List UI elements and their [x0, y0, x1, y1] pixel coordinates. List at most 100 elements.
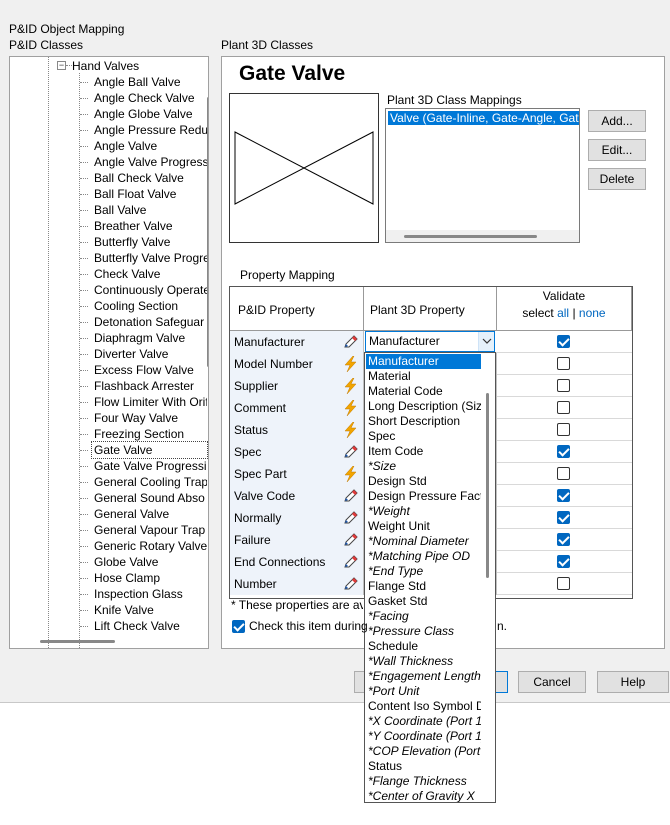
dropdown-option[interactable]: Spec [366, 429, 481, 444]
tree-node[interactable]: Butterfly Valve [92, 234, 207, 250]
lightning-icon[interactable] [342, 465, 360, 483]
ok-button-partial[interactable] [354, 671, 364, 693]
dropdown-option[interactable]: Short Description [366, 414, 481, 429]
tree-node[interactable]: General Sound Abso [92, 490, 207, 506]
class-mappings-list[interactable]: Valve (Gate-Inline, Gate-Angle, Gate-3-W [385, 108, 580, 243]
pencil-icon[interactable] [342, 444, 360, 460]
validate-checkbox[interactable] [557, 489, 570, 502]
tree-node[interactable]: Check Valve [92, 266, 207, 282]
dropdown-option[interactable]: *Flange Thickness [366, 774, 481, 789]
dropdown-option[interactable]: Manufacturer [366, 354, 481, 369]
dropdown-option[interactable]: Material [366, 369, 481, 384]
dropdown-option[interactable]: Gasket Std [366, 594, 481, 609]
tree-node[interactable]: Butterfly Valve Progre [92, 250, 207, 266]
tree-node[interactable]: Detonation Safeguar [92, 314, 207, 330]
tree-node[interactable]: Excess Flow Valve [92, 362, 207, 378]
lightning-icon[interactable] [342, 377, 360, 395]
dropdown-option[interactable]: Schedule [366, 639, 481, 654]
dropdown-option[interactable]: Content Iso Symbol Def [366, 699, 481, 714]
dropdown-option[interactable]: Item Code [366, 444, 481, 459]
tree-node[interactable]: Angle Valve Progress [92, 154, 207, 170]
tree-node[interactable]: Ball Valve [92, 202, 207, 218]
validate-checkbox[interactable] [557, 467, 570, 480]
dropdown-option[interactable]: Long Description (Size) [366, 399, 481, 414]
dropdown-option[interactable]: *Facing [366, 609, 481, 624]
tree-node[interactable]: Cooling Section [92, 298, 207, 314]
validate-checkbox[interactable] [557, 357, 570, 370]
pencil-icon[interactable] [342, 554, 360, 570]
tree-node[interactable]: Diverter Valve [92, 346, 207, 362]
pencil-icon[interactable] [342, 576, 360, 592]
tree-node[interactable]: Four Way Valve [92, 410, 207, 426]
tree-vertical-scrollbar[interactable] [207, 97, 208, 367]
tree-node[interactable]: Freezing Section [92, 426, 207, 442]
tree-node[interactable]: Hose Clamp [92, 570, 207, 586]
tree-node[interactable]: Ball Float Valve [92, 186, 207, 202]
tree-node[interactable]: Continuously Operate [92, 282, 207, 298]
dropdown-option[interactable]: Status [366, 759, 481, 774]
select-none-link[interactable]: none [579, 306, 606, 320]
dropdown-option[interactable]: *Wall Thickness [366, 654, 481, 669]
dropdown-option[interactable]: *Port Unit [366, 684, 481, 699]
dropdown-option[interactable]: *Nominal Diameter [366, 534, 481, 549]
tree-node[interactable]: Gate Valve Progressi [92, 458, 207, 474]
tree-node[interactable]: General Cooling Trap [92, 474, 207, 490]
dropdown-option[interactable]: Design Pressure Factor [366, 489, 481, 504]
tree-node-hand-valves[interactable]: Hand Valves [70, 58, 190, 74]
dropdown-option[interactable]: *Weight [366, 504, 481, 519]
tree-horizontal-scrollbar[interactable] [40, 640, 115, 643]
tree-node[interactable]: Ball Check Valve [92, 170, 207, 186]
collapse-icon[interactable]: − [57, 61, 66, 70]
dropdown-option[interactable]: Material Code [366, 384, 481, 399]
dropdown-option[interactable]: *COP Elevation (Port 1) [366, 744, 481, 759]
lightning-icon[interactable] [342, 355, 360, 373]
cancel-button[interactable]: Cancel [518, 671, 586, 693]
validate-checkbox[interactable] [557, 577, 570, 590]
tree-node[interactable]: Angle Check Valve [92, 90, 207, 106]
tree-node[interactable]: Globe Valve [92, 554, 207, 570]
tree-node[interactable]: Breather Valve [92, 218, 207, 234]
tree-node[interactable]: Angle Ball Valve [92, 74, 207, 90]
dropdown-option[interactable]: *Matching Pipe OD [366, 549, 481, 564]
tree-node[interactable]: Inspection Glass [92, 586, 207, 602]
tree-node[interactable]: Angle Globe Valve [92, 106, 207, 122]
delete-button[interactable]: Delete [588, 168, 646, 190]
class-mapping-item[interactable]: Valve (Gate-Inline, Gate-Angle, Gate-3-W [388, 111, 579, 125]
dropdown-option[interactable]: *Engagement Length [366, 669, 481, 684]
dropdown-option[interactable]: *X Coordinate (Port 1) [366, 714, 481, 729]
tree-node[interactable]: Diaphragm Valve [92, 330, 207, 346]
tree-node[interactable]: Knife Valve [92, 602, 207, 618]
dropdown-option[interactable]: Flange Std [366, 579, 481, 594]
tree-node[interactable]: Lift Check Valve [92, 618, 207, 634]
tree-node[interactable]: Angle Pressure Redu [92, 122, 207, 138]
help-button[interactable]: Help [597, 671, 669, 693]
validate-checkbox[interactable] [557, 335, 570, 348]
tree-node[interactable]: Generic Rotary Valve [92, 538, 207, 554]
plant3d-property-dropdown[interactable]: Manufacturer Material Material Code Long De… [364, 352, 496, 803]
dropdown-option[interactable]: Design Std [366, 474, 481, 489]
chevron-down-icon[interactable] [478, 332, 494, 351]
pencil-icon[interactable] [342, 334, 360, 350]
pencil-icon[interactable] [342, 510, 360, 526]
validate-checkbox[interactable] [557, 401, 570, 414]
dropdown-option[interactable]: *Size [366, 459, 481, 474]
tree-node[interactable]: Gate Valve [91, 441, 208, 459]
apply-button-partial[interactable] [496, 671, 508, 693]
dropdown-option[interactable]: *End Type [366, 564, 481, 579]
dropdown-scrollbar[interactable] [486, 393, 489, 578]
lightning-icon[interactable] [342, 399, 360, 417]
edit-button[interactable]: Edit... [588, 139, 646, 161]
tree-node[interactable]: General Valve [92, 506, 207, 522]
dropdown-option[interactable]: *Pressure Class [366, 624, 481, 639]
validate-checkbox[interactable] [557, 423, 570, 436]
tree-node[interactable]: General Vapour Trap [92, 522, 207, 538]
validate-checkbox[interactable] [557, 445, 570, 458]
check-during-validation-checkbox[interactable] [232, 620, 245, 633]
validate-checkbox[interactable] [557, 379, 570, 392]
validate-checkbox[interactable] [557, 533, 570, 546]
pencil-icon[interactable] [342, 488, 360, 504]
tree-node[interactable]: Flashback Arrester [92, 378, 207, 394]
dropdown-option[interactable]: *Y Coordinate (Port 1) [366, 729, 481, 744]
validate-checkbox[interactable] [557, 511, 570, 524]
add-button[interactable]: Add... [588, 110, 646, 132]
